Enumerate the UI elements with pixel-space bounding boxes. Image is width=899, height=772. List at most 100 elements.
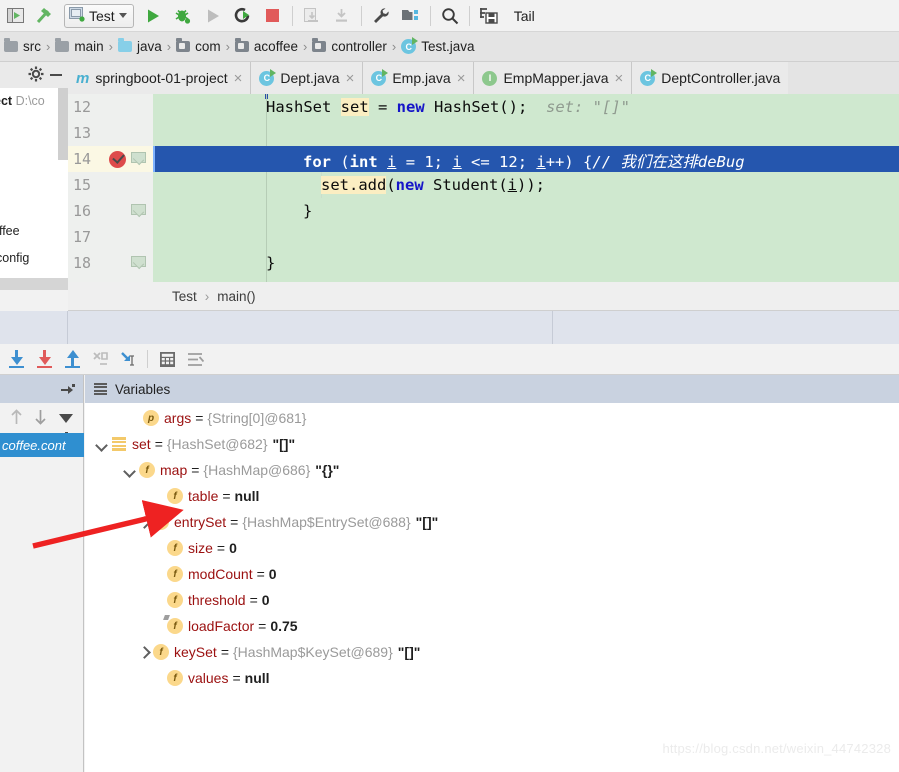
mute-breakpoints-button[interactable] bbox=[181, 346, 209, 372]
equals-sign: = bbox=[195, 410, 204, 426]
variable-row-args[interactable]: p args = {String[0]@681} bbox=[127, 405, 306, 431]
editor-tab-label: springboot-01-project bbox=[95, 70, 228, 86]
step-out-button[interactable] bbox=[58, 346, 86, 372]
rerun-button[interactable] bbox=[228, 3, 258, 29]
frames-panel-header bbox=[0, 375, 83, 403]
editor-tab-springboot-01-project[interactable]: m springboot-01-project × bbox=[68, 62, 252, 94]
variables-list-icon bbox=[94, 382, 107, 396]
close-icon[interactable]: × bbox=[457, 70, 466, 87]
pin-tab-icon[interactable] bbox=[61, 384, 75, 394]
variable-row-threshold[interactable]: f threshold = 0 bbox=[151, 587, 270, 613]
close-icon[interactable]: × bbox=[234, 70, 243, 87]
variable-row-entryset[interactable]: f entrySet = {HashMap$EntrySet@688} "[]" bbox=[137, 509, 438, 535]
code-fold-icon[interactable] bbox=[131, 152, 146, 165]
close-icon[interactable]: × bbox=[346, 70, 355, 87]
editor-tab-empmapper-java[interactable]: I EmpMapper.java × bbox=[474, 62, 633, 94]
project-tree-scrollbar[interactable] bbox=[58, 88, 68, 160]
code-fold-icon[interactable] bbox=[131, 256, 146, 269]
editor-tab-emp-java[interactable]: C Emp.java × bbox=[363, 62, 475, 94]
variable-row-values[interactable]: f values = null bbox=[151, 665, 270, 691]
step-into-button[interactable] bbox=[30, 346, 58, 372]
step-over-button[interactable] bbox=[2, 346, 30, 372]
frames-panel[interactable]: coffee.cont bbox=[0, 375, 84, 772]
variable-row-keyset[interactable]: f keySet = {HashMap$KeySet@689} "[]" bbox=[137, 639, 420, 665]
variables-tree[interactable]: p args = {String[0]@681} set = {HashSet@… bbox=[85, 403, 899, 772]
breadcrumb-separator: › bbox=[46, 39, 51, 54]
breadcrumb-item-controller[interactable]: controller bbox=[312, 38, 387, 54]
breadcrumb-item-acoffee[interactable]: acoffee bbox=[234, 38, 298, 54]
variable-value: "[]" bbox=[272, 436, 296, 452]
breadcrumb-item-test-java[interactable]: C Test.java bbox=[401, 37, 474, 54]
current-line-edge bbox=[153, 146, 155, 172]
chevron-right-icon[interactable] bbox=[137, 515, 151, 529]
arrow-up-icon[interactable] bbox=[10, 408, 23, 428]
run-to-cursor-icon bbox=[120, 352, 134, 366]
stop-button[interactable] bbox=[258, 3, 288, 29]
project-tree-item-acoffee[interactable]: offee bbox=[0, 224, 20, 238]
run-to-cursor-button[interactable] bbox=[114, 346, 142, 372]
folder-icon bbox=[55, 38, 70, 52]
variable-name: entrySet bbox=[174, 514, 227, 530]
breadcrumb-label: java bbox=[136, 39, 162, 54]
force-step-into-button bbox=[86, 346, 114, 372]
code-text-area[interactable]: HashSet set = new HashSet(); set: "[]" f… bbox=[153, 94, 899, 282]
evaluate-expression-button[interactable] bbox=[153, 346, 181, 372]
java-class-icon: C bbox=[259, 68, 277, 86]
breadcrumb-item-main[interactable]: main bbox=[55, 38, 104, 54]
search-icon[interactable] bbox=[435, 3, 465, 29]
gear-icon[interactable] bbox=[28, 66, 44, 85]
project-structure-icon[interactable] bbox=[396, 3, 426, 29]
editor-tab-deptcontroller-java[interactable]: C DeptController.java bbox=[632, 62, 789, 94]
editor-gutter[interactable]: 12 13 14 15 16 17 18 bbox=[68, 94, 153, 282]
save-all-icon[interactable] bbox=[474, 3, 504, 29]
java-class-icon: C bbox=[371, 68, 389, 86]
build-hammer-icon[interactable] bbox=[30, 3, 60, 29]
chevron-down-icon[interactable] bbox=[118, 13, 127, 18]
variable-row-size[interactable]: f size = 0 bbox=[151, 535, 237, 561]
variable-name: modCount bbox=[188, 566, 253, 582]
twisty-placeholder bbox=[151, 567, 165, 581]
variable-row-set[interactable]: set = {HashSet@682} "[]" bbox=[95, 431, 295, 457]
variable-row-modcount[interactable]: f modCount = 0 bbox=[151, 561, 277, 587]
breakpoint-verified-icon[interactable] bbox=[109, 151, 126, 168]
project-toggle-icon[interactable] bbox=[0, 3, 30, 29]
wrench-icon[interactable] bbox=[366, 3, 396, 29]
twisty-placeholder bbox=[151, 593, 165, 607]
breadcrumb-separator: › bbox=[391, 39, 397, 54]
step-over-icon bbox=[8, 350, 24, 368]
run-button[interactable] bbox=[138, 3, 168, 29]
code-fold-icon[interactable] bbox=[131, 204, 146, 217]
variable-value: "[]" bbox=[397, 644, 421, 660]
breadcrumb-item-com[interactable]: com bbox=[176, 38, 221, 54]
run-with-coverage-button bbox=[198, 3, 228, 29]
chevron-right-icon[interactable] bbox=[137, 645, 151, 659]
close-icon[interactable]: × bbox=[615, 70, 624, 87]
editor-tab-label: Dept.java bbox=[280, 70, 340, 86]
project-tool-window[interactable]: ect D:\co offee config bbox=[0, 62, 68, 293]
breadcrumb-item-src[interactable]: src bbox=[4, 38, 41, 54]
breadcrumb-item-java[interactable]: java bbox=[117, 38, 162, 54]
variable-row-table[interactable]: f table = null bbox=[151, 483, 259, 509]
editor-tab-dept-java[interactable]: C Dept.java × bbox=[251, 62, 364, 94]
breadcrumb-class[interactable]: Test bbox=[172, 289, 197, 304]
code-editor[interactable]: 12 13 14 15 16 17 18 HashSet set = new H… bbox=[68, 94, 899, 282]
chevron-down-icon[interactable] bbox=[95, 437, 109, 451]
variable-row-loadfactor[interactable]: f loadFactor = 0.75 bbox=[151, 613, 298, 639]
chevron-down-icon[interactable] bbox=[123, 463, 137, 477]
run-configuration-selector[interactable]: Test bbox=[64, 3, 134, 28]
debug-button[interactable] bbox=[168, 3, 198, 29]
breadcrumb-method[interactable]: main() bbox=[217, 289, 255, 304]
funnel-icon[interactable] bbox=[59, 413, 74, 437]
equals-sign: = bbox=[154, 436, 163, 452]
arrow-down-icon[interactable] bbox=[34, 409, 47, 428]
project-tree-root[interactable]: ect D:\co bbox=[0, 94, 45, 108]
project-tree-item-config[interactable]: config bbox=[0, 251, 29, 265]
run-config-name: Test bbox=[89, 7, 115, 24]
minimize-icon[interactable] bbox=[50, 74, 62, 76]
variables-panel[interactable]: Variables p args = {String[0]@681} set =… bbox=[85, 375, 899, 772]
breadcrumb-label: controller bbox=[331, 39, 387, 54]
variable-row-map[interactable]: f map = {HashMap@686} "{}" bbox=[123, 457, 339, 483]
selected-stack-frame[interactable]: coffee.cont bbox=[0, 433, 84, 457]
variable-name: threshold bbox=[188, 592, 246, 608]
debug-strip-right bbox=[553, 311, 899, 344]
